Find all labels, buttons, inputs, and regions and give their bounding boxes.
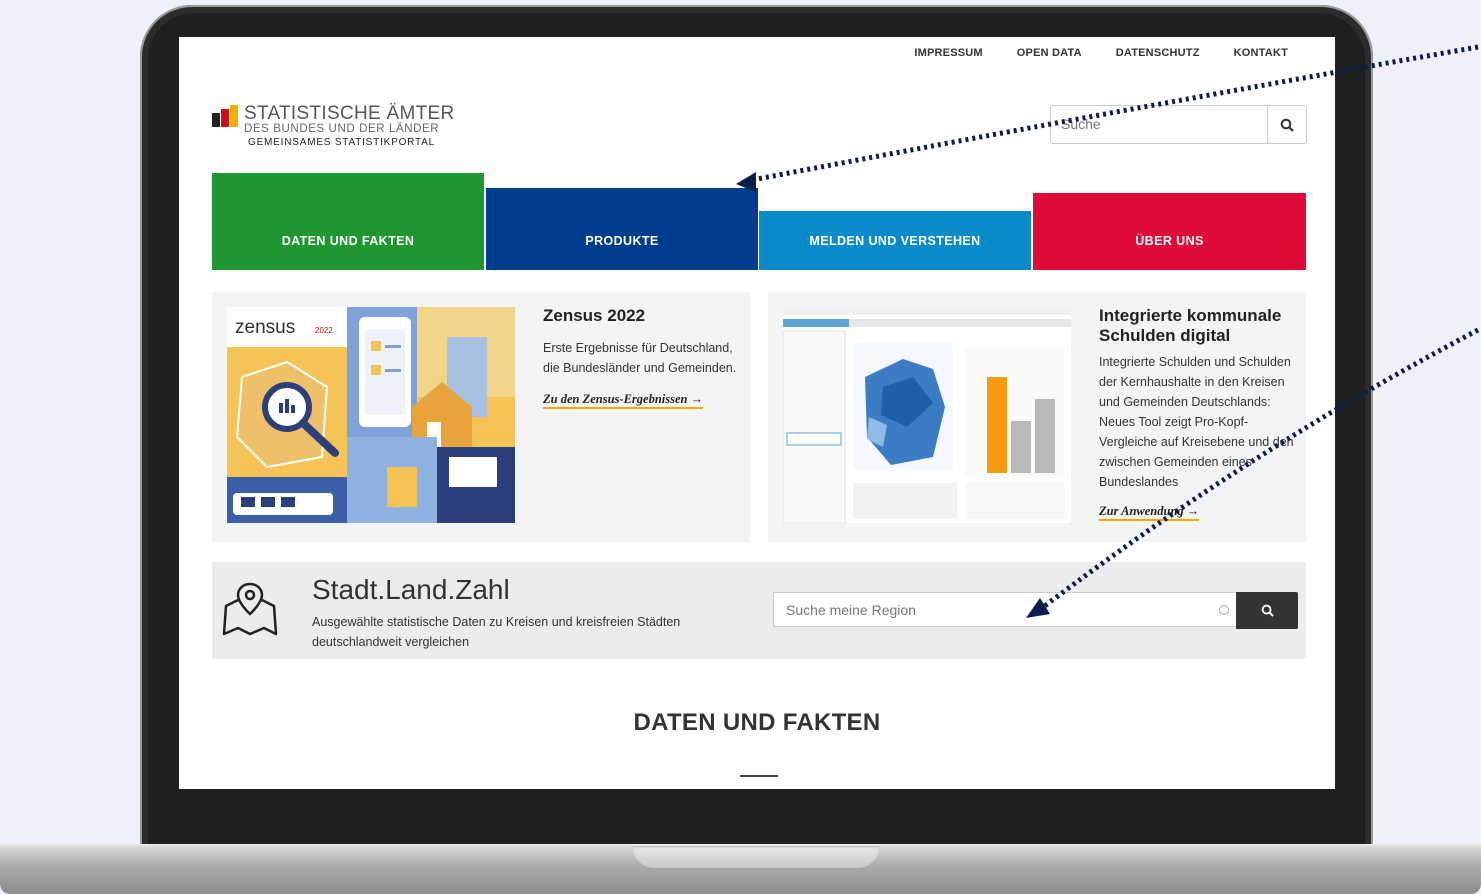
annotation-arrows (736, 44, 1480, 618)
arrow-head-icon (736, 172, 756, 192)
arrow-head-icon (1026, 598, 1050, 618)
annotation-arrow-line (1040, 327, 1480, 610)
annotation-arrow-line (751, 44, 1479, 183)
